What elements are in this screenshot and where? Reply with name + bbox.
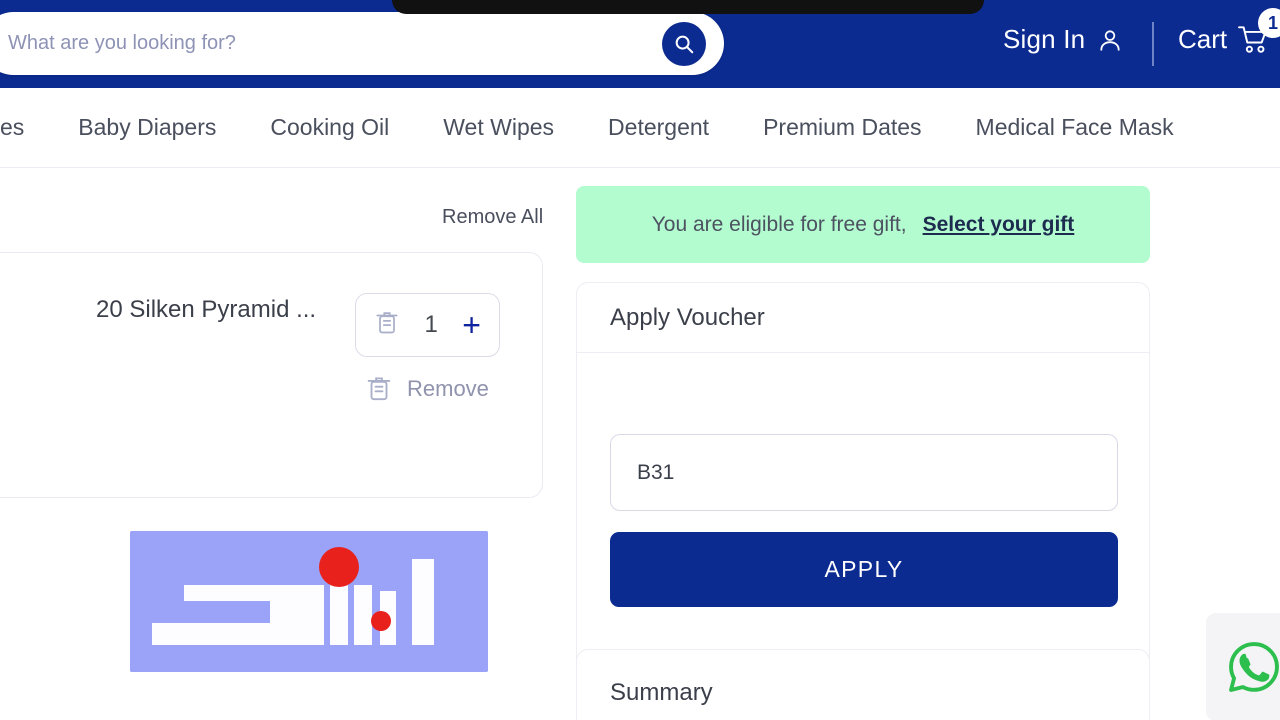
- category-nav: es Baby Diapers Cooking Oil Wet Wipes De…: [0, 88, 1280, 168]
- nav-item-medical-face-mask[interactable]: Medical Face Mask: [976, 114, 1174, 141]
- select-your-gift-link[interactable]: Select your gift: [923, 213, 1075, 237]
- cart-label: Cart: [1178, 24, 1228, 54]
- voucher-header: Apply Voucher: [577, 283, 1149, 353]
- promo-banner-image[interactable]: [130, 531, 488, 672]
- nav-item-cooking-oil[interactable]: Cooking Oil: [270, 114, 389, 141]
- voucher-code-input[interactable]: [610, 434, 1118, 511]
- nav-item-es[interactable]: es: [0, 114, 24, 141]
- increase-quantity-button[interactable]: +: [462, 309, 481, 341]
- cart-count-badge: 1: [1258, 8, 1280, 38]
- cart-item-title: 20 Silken Pyramid ...: [96, 296, 317, 323]
- summary-title: Summary: [610, 679, 713, 706]
- user-icon: [1100, 29, 1120, 51]
- header-divider: [1152, 22, 1154, 66]
- nav-item-detergent[interactable]: Detergent: [608, 114, 709, 141]
- decrease-quantity-button[interactable]: [374, 309, 400, 342]
- top-overlay-bar: [392, 0, 984, 14]
- quantity-value: 1: [424, 311, 438, 338]
- search-bar[interactable]: [0, 12, 724, 75]
- voucher-title: Apply Voucher: [610, 303, 765, 331]
- trash-icon: [376, 311, 398, 333]
- whatsapp-icon: [1229, 642, 1279, 692]
- trash-icon: [367, 377, 391, 401]
- nav-item-baby-diapers[interactable]: Baby Diapers: [78, 114, 216, 141]
- search-input[interactable]: [8, 12, 628, 75]
- summary-card: Summary: [576, 649, 1150, 720]
- sign-in-label: Sign In: [1003, 24, 1086, 54]
- free-gift-text: You are eligible for free gift,: [651, 212, 907, 236]
- search-button[interactable]: [662, 22, 706, 66]
- remove-item-label: Remove: [407, 376, 489, 401]
- remove-all-button[interactable]: Remove All: [442, 206, 543, 229]
- nav-item-wet-wipes[interactable]: Wet Wipes: [443, 114, 554, 141]
- quantity-stepper[interactable]: 1 +: [355, 293, 500, 357]
- free-gift-banner: You are eligible for free gift, Select y…: [576, 186, 1150, 263]
- nav-item-premium-dates[interactable]: Premium Dates: [763, 114, 921, 141]
- sign-in-button[interactable]: Sign In: [1003, 24, 1123, 55]
- site-header: Sign In Cart 1: [0, 0, 1280, 88]
- search-icon: [675, 35, 694, 54]
- arabic-logo-artwork: [130, 531, 488, 672]
- main-content: Remove All 20 Silken Pyramid ... 1 + Rem…: [0, 169, 1280, 720]
- whatsapp-chat-button[interactable]: [1206, 613, 1280, 720]
- apply-voucher-button[interactable]: APPLY: [610, 532, 1118, 607]
- remove-item-button[interactable]: Remove: [365, 374, 489, 404]
- page-root: Sign In Cart 1 es Baby Diapers Cooking O…: [0, 0, 1280, 720]
- cart-button[interactable]: Cart: [1178, 24, 1271, 55]
